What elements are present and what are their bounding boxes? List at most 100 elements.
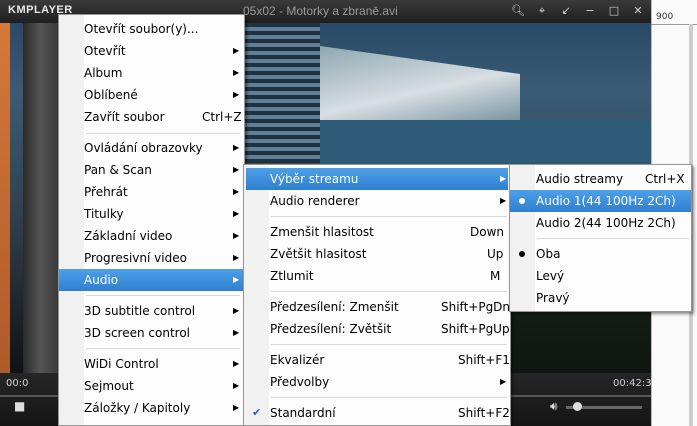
background-window-edge: [0, 23, 10, 423]
menu-item-label: Audio: [84, 273, 119, 287]
menu-item-both[interactable]: Oba: [512, 243, 689, 265]
volume-icon[interactable]: 🔊︎: [550, 399, 558, 414]
menu-item-subtitles[interactable]: Titulky ▶: [61, 203, 242, 225]
menu-item-presets[interactable]: Předvolby ▶: [246, 371, 508, 393]
menu-item-label: Základní video: [84, 229, 173, 243]
menu-item-label: Audio 2(44 100Hz 2Ch): [536, 216, 676, 230]
menu-item-label: Progresivní video: [84, 251, 187, 265]
main-context-menu: Otevřít soubor(y)... Otevřít ▶ Album ▶ O…: [58, 14, 245, 426]
pin-icon[interactable]: ⌖: [533, 3, 551, 19]
menu-item-label: 3D screen control: [84, 326, 190, 340]
menu-item-3d-screen-control[interactable]: 3D screen control ▶: [61, 322, 242, 344]
menu-item-label: Audio streamy: [536, 172, 624, 186]
submenu-arrow-icon: ▶: [500, 377, 507, 386]
menu-separator: [271, 344, 507, 345]
menu-item-label: Oba: [536, 247, 561, 261]
submenu-arrow-icon: ▶: [233, 328, 240, 337]
menu-item-label: Standardní: [270, 406, 336, 420]
ruler-label: 900: [656, 12, 674, 22]
menu-item-capture[interactable]: Sejmout ▶: [61, 375, 242, 397]
menu-item-label: Záložky / Kapitoly: [84, 401, 191, 415]
menu-item-label: Výběr streamu: [270, 172, 359, 186]
menu-item-widi-control[interactable]: WiDi Control ▶: [61, 353, 242, 375]
time-elapsed: 00:0: [6, 378, 29, 389]
submenu-arrow-icon: ▶: [233, 403, 240, 412]
submenu-arrow-icon: ▶: [233, 90, 240, 99]
menu-item-basic-video[interactable]: Základní video ▶: [61, 225, 242, 247]
window-title: 05x02 - Motorky a zbraně.avi: [243, 4, 398, 18]
menu-item-label: Audio 1(44 100Hz 2Ch): [536, 194, 676, 208]
menu-item-shortcut: Shift+PgUp: [441, 322, 510, 336]
stop-icon[interactable]: ■: [14, 399, 25, 413]
menu-item-shortcut: Ctrl+Z: [202, 110, 242, 124]
menu-item-bookmarks-chapters[interactable]: Záložky / Kapitoly ▶: [61, 397, 242, 419]
minimize-icon[interactable]: −: [581, 3, 599, 19]
menu-item-audio-2[interactable]: Audio 2(44 100Hz 2Ch): [512, 212, 689, 234]
menu-item-shortcut: Up: [487, 247, 504, 261]
menu-item-label: Předzesílení: Zmenšit: [270, 300, 399, 314]
menu-item-open[interactable]: Otevřít ▶: [61, 40, 242, 62]
menu-item-label: Otevřít soubor(y)...: [84, 22, 199, 36]
menu-item-label: Zvětšit hlasitost: [270, 247, 367, 261]
submenu-arrow-icon: ▶: [233, 306, 240, 315]
menu-item-stream-selection[interactable]: Výběr streamu ▶: [246, 168, 508, 190]
menu-item-label: 3D subtitle control: [84, 304, 196, 318]
menu-item-audio[interactable]: Audio ▶: [59, 269, 244, 291]
submenu-arrow-icon: ▶: [233, 359, 240, 368]
menu-item-volume-up[interactable]: Zvětšit hlasitost Up: [246, 243, 508, 265]
menu-item-label: Titulky: [84, 207, 124, 221]
menu-item-label: Oblíbené: [84, 88, 138, 102]
submenu-arrow-icon: ▶: [233, 275, 240, 284]
minimize-to-tray-icon[interactable]: ↙: [557, 3, 575, 19]
menu-item-close-file[interactable]: Zavřít soubor Ctrl+Z: [61, 106, 242, 128]
menu-item-progressive-video[interactable]: Progresivní video ▶: [61, 247, 242, 269]
menu-item-preamp-increase[interactable]: Předzesílení: Zvětšit Shift+PgUp: [246, 318, 510, 340]
submenu-arrow-icon: ▶: [233, 231, 240, 240]
menu-item-label: Sejmout: [84, 379, 134, 393]
checkmark-icon: ✔: [252, 406, 262, 419]
menu-item-audio-1[interactable]: Audio 1(44 100Hz 2Ch): [510, 190, 691, 212]
menu-item-right[interactable]: Pravý: [512, 287, 689, 309]
menu-item-label: Pravý: [536, 291, 570, 305]
menu-separator: [271, 397, 507, 398]
close-icon[interactable]: ✕: [629, 3, 647, 19]
menu-item-pan-scan[interactable]: Pan & Scan ▶: [61, 159, 242, 181]
maximize-icon[interactable]: □: [605, 3, 623, 19]
menu-item-label: Album: [84, 66, 123, 80]
submenu-arrow-icon: ▶: [233, 68, 240, 77]
menu-item-audio-renderer[interactable]: Audio renderer ▶: [246, 190, 508, 212]
menu-item-label: Ztlumit: [270, 269, 314, 283]
menu-item-label: Pan & Scan: [84, 163, 152, 177]
menu-separator: [86, 348, 240, 349]
menu-item-playback[interactable]: Přehrát ▶: [61, 181, 242, 203]
menu-item-left[interactable]: Levý: [512, 265, 689, 287]
menu-item-preamp-decrease[interactable]: Předzesílení: Zmenšit Shift+PgDn: [246, 296, 510, 318]
menu-item-favorites[interactable]: Oblíbené ▶: [61, 84, 242, 106]
audio-submenu: Výběr streamu ▶ Audio renderer ▶ Zmenšit…: [243, 164, 511, 426]
volume-knob[interactable]: [573, 402, 582, 411]
menu-item-mute[interactable]: Ztlumit M: [246, 265, 508, 287]
menu-item-shortcut: Shift+F2: [458, 406, 510, 420]
menu-item-standard[interactable]: ✔ Standardní Shift+F2: [246, 402, 510, 424]
submenu-arrow-icon: ▶: [500, 174, 507, 183]
menu-item-shortcut: Ctrl+X: [645, 172, 685, 186]
submenu-arrow-icon: ▶: [233, 143, 240, 152]
menu-item-volume-down[interactable]: Zmenšit hlasitost Down: [246, 221, 508, 243]
menu-item-3d-subtitle-control[interactable]: 3D subtitle control ▶: [61, 300, 242, 322]
submenu-arrow-icon: ▶: [233, 46, 240, 55]
menu-item-screen-control[interactable]: Ovládání obrazovky ▶: [61, 137, 242, 159]
search-icon[interactable]: 🔍︎: [509, 3, 527, 19]
menu-item-shortcut: Down: [470, 225, 505, 239]
menu-item-label: Levý: [536, 269, 565, 283]
menu-item-audio-streams[interactable]: Audio streamy Ctrl+X: [512, 168, 689, 190]
menu-item-open-files[interactable]: Otevřít soubor(y)...: [61, 18, 242, 40]
submenu-arrow-icon: ▶: [233, 187, 240, 196]
window-buttons: 🔍︎ ⌖ ↙ − □ ✕: [509, 3, 647, 19]
submenu-arrow-icon: ▶: [500, 196, 507, 205]
menu-item-label: WiDi Control: [84, 357, 159, 371]
submenu-arrow-icon: ▶: [233, 165, 240, 174]
menu-item-label: Audio renderer: [270, 194, 360, 208]
submenu-arrow-icon: ▶: [233, 253, 240, 262]
menu-item-equalizer[interactable]: Ekvalizér Shift+F1: [246, 349, 510, 371]
menu-item-album[interactable]: Album ▶: [61, 62, 242, 84]
